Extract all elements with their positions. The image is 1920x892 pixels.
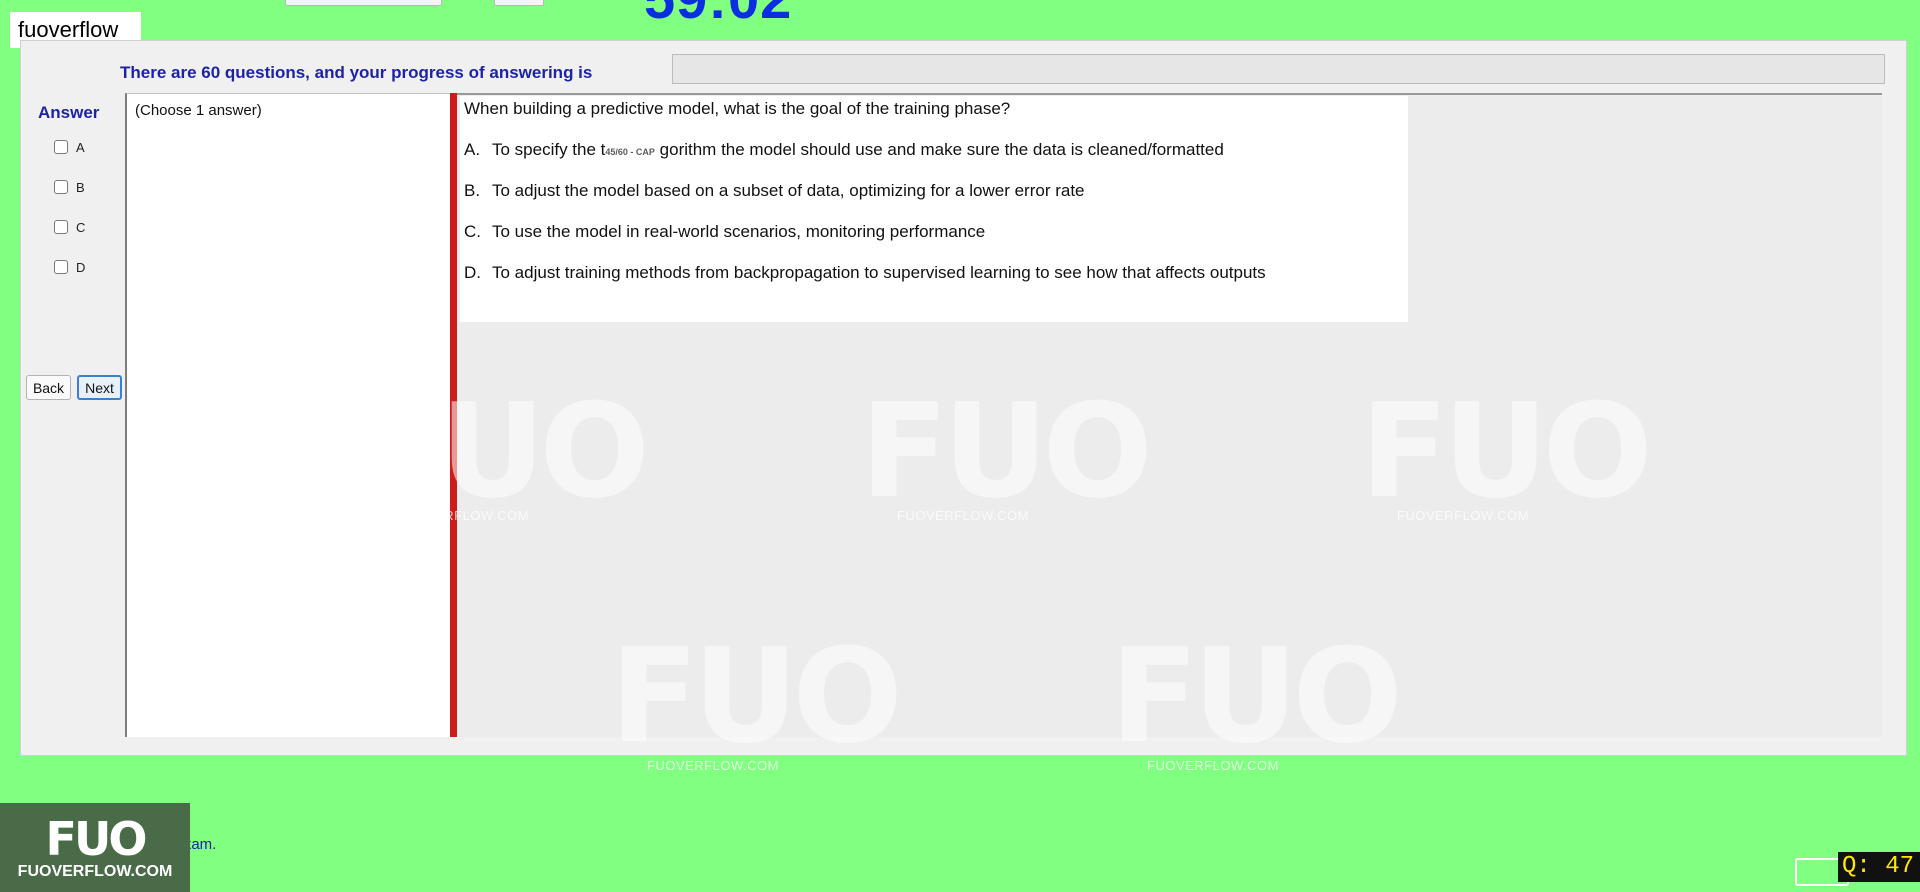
- progress-bar: [672, 54, 1885, 84]
- choice-c: C. To use the model in real-world scenari…: [464, 222, 985, 242]
- back-button[interactable]: Back: [26, 375, 71, 400]
- choice-text: To adjust the model based on a subset of…: [492, 181, 1085, 200]
- fuo-logo: FUO FUOVERFLOW.COM: [0, 803, 190, 892]
- question-counter: Q: 47: [1838, 852, 1920, 882]
- answer-option-label: B: [76, 179, 85, 195]
- choice-text: To adjust training methods from backprop…: [492, 263, 1266, 282]
- question-instruction-pane: [125, 93, 453, 737]
- choice-letter: C.: [464, 222, 481, 241]
- checkbox[interactable]: [54, 180, 68, 194]
- checkbox[interactable]: [54, 220, 68, 234]
- pane-divider[interactable]: [450, 93, 457, 737]
- watermark-url: FUOVERFLOW.COM: [647, 758, 779, 773]
- top-input-field[interactable]: [285, 0, 442, 6]
- top-small-field[interactable]: [494, 0, 544, 6]
- choice-a: A. To specify the t45/60 - CAP gorithm th…: [464, 140, 1224, 160]
- checkbox[interactable]: [54, 140, 68, 154]
- watermark-url: FUOVERFLOW.COM: [1397, 508, 1529, 523]
- choice-letter: B.: [464, 181, 481, 200]
- choice-text-start: To specify the t: [492, 140, 606, 159]
- answer-option-a[interactable]: A: [54, 137, 85, 157]
- choice-b: B. To adjust the model based on a subset …: [464, 181, 1085, 201]
- answer-option-b[interactable]: B: [54, 177, 85, 197]
- logo-url: FUOVERFLOW.COM: [17, 862, 173, 880]
- watermark-url: FUOVERFLOW.COM: [1147, 758, 1279, 773]
- choose-instruction: (Choose 1 answer): [135, 102, 262, 119]
- logo-mark: FUO: [45, 811, 148, 866]
- choice-letter: D.: [464, 263, 481, 282]
- question-text: When building a predictive model, what i…: [464, 99, 1011, 118]
- answer-option-c[interactable]: C: [54, 217, 85, 237]
- choice-d: D. To adjust training methods from backpr…: [464, 263, 1266, 283]
- checkbox[interactable]: [54, 260, 68, 274]
- choice-text: To use the model in real-world scenarios…: [492, 222, 986, 241]
- progress-label: There are 60 questions, and your progres…: [120, 63, 593, 82]
- choice-text-end: gorithm the model should use and make su…: [659, 140, 1224, 159]
- answer-option-label: C: [76, 219, 86, 235]
- next-button[interactable]: Next: [77, 375, 122, 400]
- answer-title: Answer: [38, 103, 100, 122]
- choice-letter: A.: [464, 140, 481, 159]
- answer-option-label: A: [76, 139, 85, 155]
- watermark-url: FUOVERFLOW.COM: [397, 508, 529, 523]
- overlay-badge: 45/60 - CAP: [605, 147, 655, 157]
- answer-option-label: D: [76, 259, 86, 275]
- watermark-url: FUOVERFLOW.COM: [897, 508, 1029, 523]
- exam-timer: 59:02: [644, 0, 792, 20]
- answer-option-d[interactable]: D: [54, 257, 85, 277]
- question-box: [460, 96, 1408, 322]
